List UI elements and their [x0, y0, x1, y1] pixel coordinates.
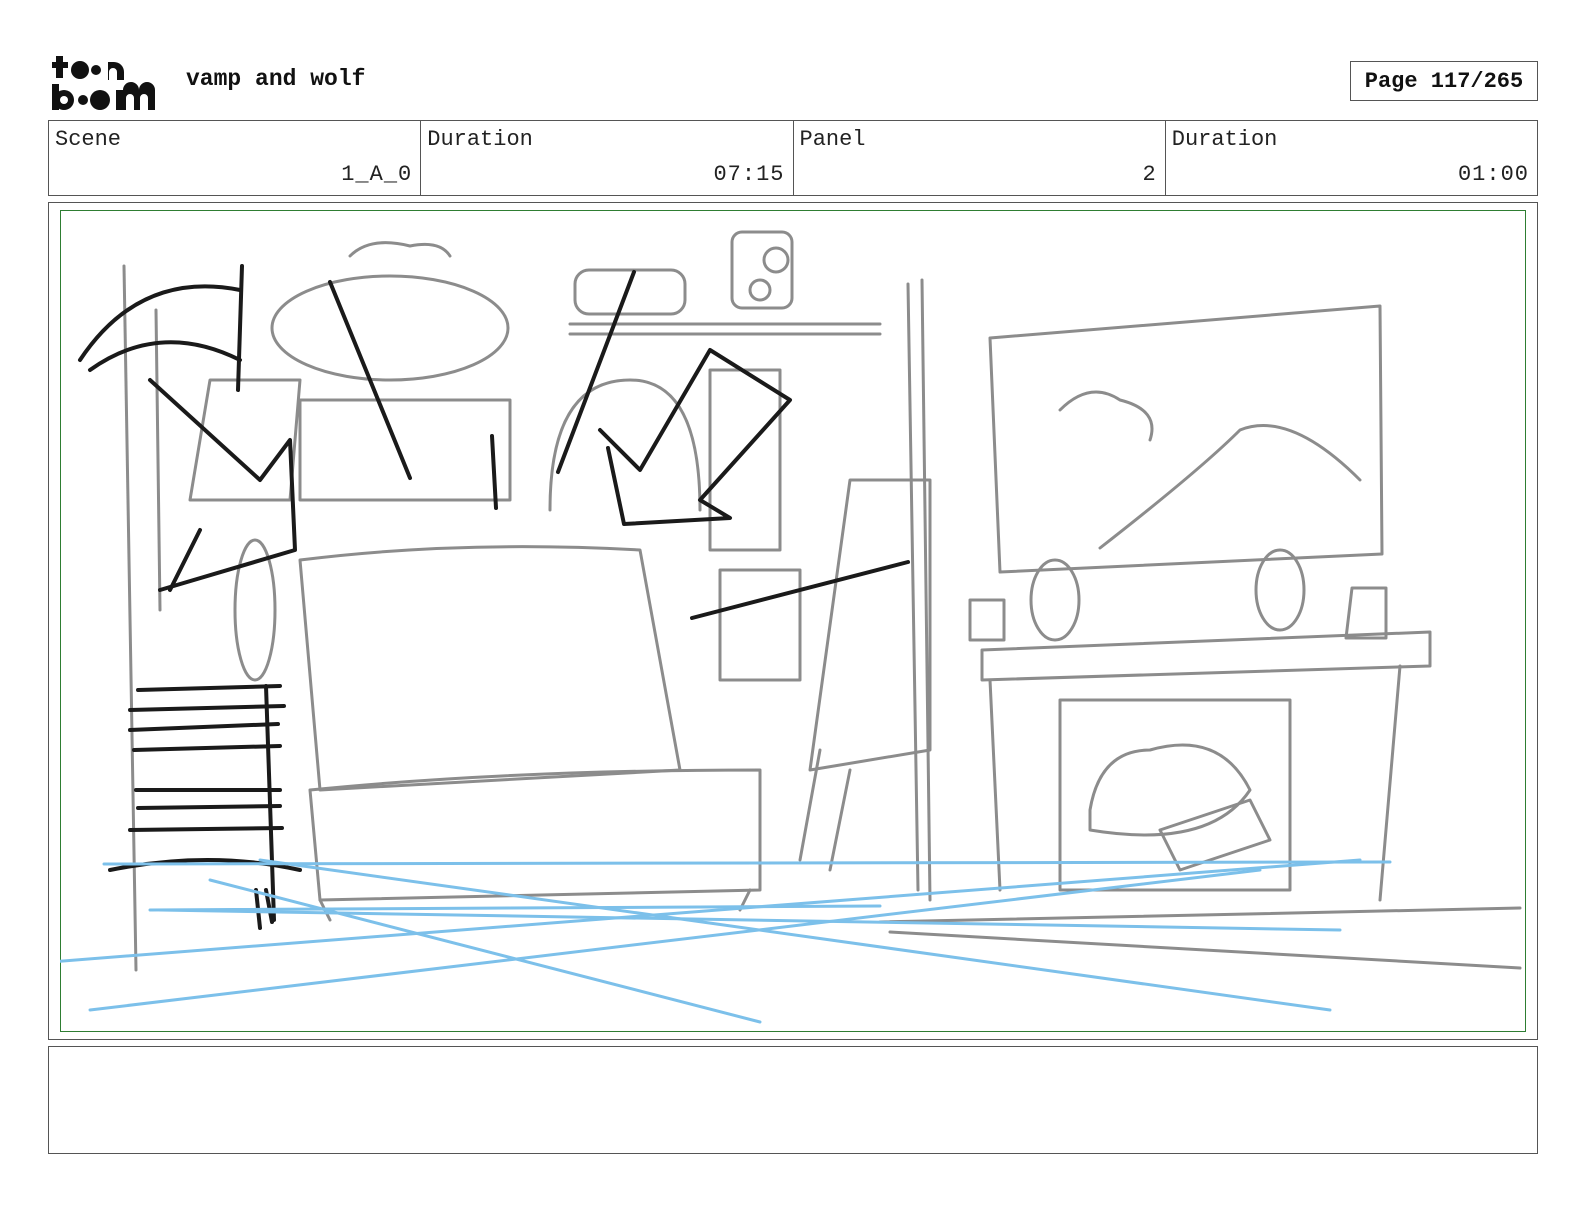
panel-label: Panel — [799, 127, 866, 152]
scene-value: 1_A_0 — [341, 162, 413, 187]
scene-info-table: Scene 1_A_0 Duration 07:15 Panel 2 Durat… — [48, 120, 1538, 196]
scene-cell: Scene 1_A_0 — [49, 121, 422, 195]
page-number: Page 117/265 — [1350, 61, 1538, 101]
toon-boom-logo — [52, 56, 155, 110]
caption-box — [48, 1046, 1538, 1154]
panel-duration-cell: Duration 01:00 — [1166, 121, 1537, 195]
panel-cell: Panel 2 — [794, 121, 1166, 195]
scene-duration-cell: Duration 07:15 — [421, 121, 794, 195]
panel-value: 2 — [1142, 162, 1157, 187]
panel-duration-label: Duration — [1171, 127, 1278, 152]
project-title: vamp and wolf — [186, 66, 366, 92]
scene-duration-label: Duration — [427, 127, 533, 152]
scene-label: Scene — [55, 127, 122, 152]
scene-duration-value: 07:15 — [713, 162, 785, 187]
panel-duration-value: 01:00 — [1457, 162, 1529, 187]
storyboard-panel-sketch — [60, 210, 1526, 1032]
